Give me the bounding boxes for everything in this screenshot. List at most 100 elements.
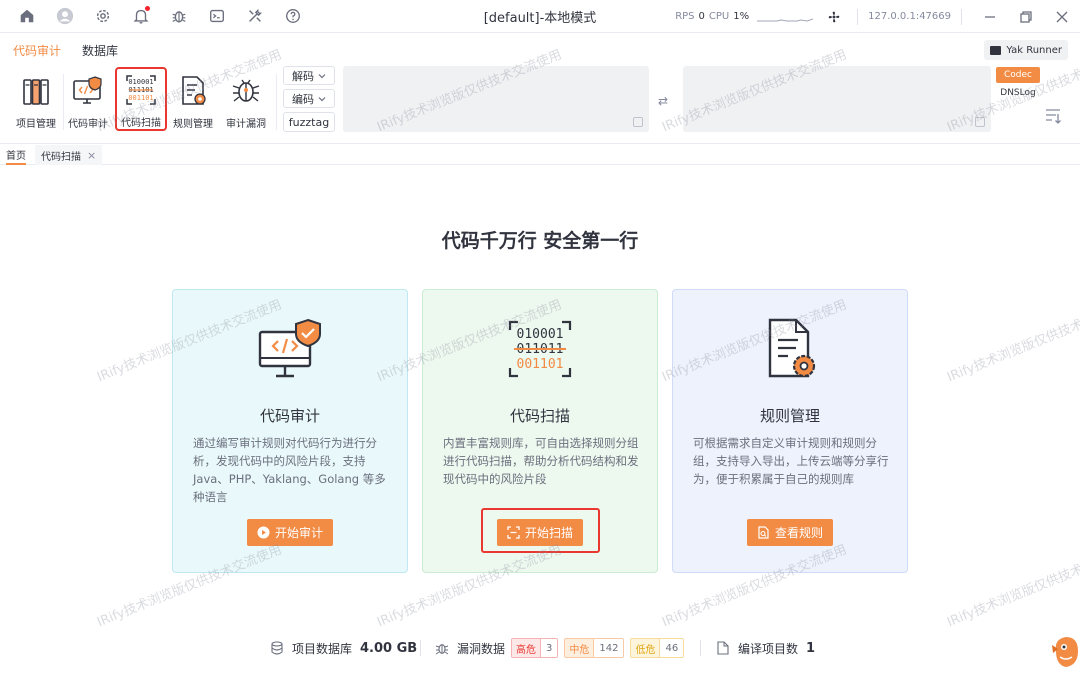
- tab-home-label: 首页: [6, 150, 26, 162]
- svg-text:010001: 010001: [517, 327, 564, 342]
- view-rules-button[interactable]: 查看规则: [746, 519, 834, 546]
- low-risk-count: 46: [659, 639, 684, 657]
- settings-gear-icon[interactable]: [84, 1, 122, 31]
- vuln-label: 漏洞数据: [457, 641, 506, 656]
- home-icon[interactable]: [8, 1, 46, 31]
- start-audit-label: 开始审计: [274, 526, 324, 540]
- db-value: 4.00 GB: [360, 640, 418, 656]
- card-title: 代码扫描: [509, 407, 570, 425]
- help-question-icon[interactable]: [274, 1, 312, 31]
- fan-icon[interactable]: [825, 11, 843, 23]
- chevron-down-icon: [318, 73, 326, 78]
- toolbar-label: 代码审计: [68, 119, 108, 130]
- menu-tab-code-audit[interactable]: 代码审计: [13, 42, 61, 59]
- watermark: IRify技术浏览版仅供技术交流使用: [945, 297, 1080, 386]
- card-rule-manage: 规则管理 可根据需求自定义审计规则和规则分组，支持导入导出，上传云端等分享行为，…: [672, 289, 908, 573]
- menu-tab-database[interactable]: 数据库: [82, 42, 118, 59]
- tab-code-scan-label: 代码扫描: [41, 151, 81, 163]
- stats-footer: 项目数据库 4.00 GB 漏洞数据 高危 3 中危 142 低危 46 编译项…: [0, 636, 1080, 660]
- highlight-box: [481, 508, 600, 553]
- tab-code-scan[interactable]: 代码扫描 ×: [35, 145, 103, 165]
- close-window-icon[interactable]: [1044, 0, 1080, 33]
- database-icon: [271, 641, 283, 655]
- toolbar-label: 规则管理: [173, 119, 213, 130]
- chevron-down-icon: [318, 96, 326, 101]
- minimize-icon[interactable]: [972, 0, 1008, 33]
- vuln-data-stat: 漏洞数据 高危 3 中危 142 低危 46: [435, 636, 685, 660]
- code-audit-icon: [73, 76, 102, 104]
- page-headline: 代码千万行 安全第一行: [441, 230, 639, 252]
- mascot-fish-icon: [1052, 637, 1078, 667]
- encode-dropdown[interactable]: 编码: [283, 89, 335, 108]
- project-db-stat: 项目数据库 4.00 GB: [270, 636, 417, 660]
- start-audit-button[interactable]: 开始审计: [246, 519, 334, 546]
- cpu-sparkline: [757, 18, 814, 22]
- play-circle-icon: [257, 526, 270, 539]
- close-tab-icon[interactable]: ×: [87, 149, 96, 162]
- codec-button[interactable]: Codec: [996, 67, 1040, 83]
- notification-bell-icon[interactable]: [122, 1, 160, 31]
- fuzztag-label: fuzztag: [288, 115, 330, 129]
- codec-input-box[interactable]: [343, 66, 649, 132]
- card-code-audit: 代码审计 通过编写审计规则对代码行为进行分析，发现代码中的风险片段，支持 Jav…: [172, 289, 408, 573]
- toolbar-label: 项目管理: [16, 119, 56, 130]
- code-scan-icon: 010001011011001101: [508, 320, 572, 378]
- toolbar: 项目管理 代码审计 010001 011101 001101 代码扫描 规则管理 审…: [0, 64, 1080, 144]
- compile-value: 1: [806, 640, 816, 656]
- rule-manage-icon: [768, 318, 816, 378]
- low-risk-label: 低危: [631, 639, 660, 657]
- document-icon: [717, 641, 729, 655]
- card-description: 内置丰富规则库，可自由选择规则分组进行代码扫描，帮助分析代码结构和发现代码中的风…: [443, 436, 639, 486]
- sort-icon[interactable]: [1044, 108, 1062, 124]
- page-tabs: 首页 代码扫描 ×: [0, 145, 1080, 165]
- high-risk-label: 高危: [512, 639, 541, 657]
- svg-text:001101: 001101: [517, 357, 564, 372]
- tab-home[interactable]: 首页: [6, 145, 26, 165]
- toolbar-code-audit[interactable]: 代码审计: [62, 70, 114, 132]
- encode-label: 编码: [292, 92, 314, 106]
- terminal-icon[interactable]: [198, 1, 236, 31]
- toolbar-code-scan[interactable]: 010001 011101 001101 代码扫描: [115, 67, 167, 131]
- toolbar-project-manage[interactable]: 项目管理: [10, 70, 62, 132]
- dnslog-button[interactable]: DNSLog: [996, 88, 1040, 98]
- compile-project-stat: 编译项目数 1: [716, 636, 815, 660]
- mid-risk-count: 142: [593, 639, 624, 657]
- rule-manage-icon: [182, 76, 206, 105]
- low-risk-badge[interactable]: 低危 46: [630, 638, 685, 658]
- decode-dropdown[interactable]: 解码: [283, 66, 335, 85]
- toolbar-label: 审计漏洞: [226, 119, 266, 130]
- audit-vuln-icon: [232, 79, 260, 102]
- svg-text:010001: 010001: [128, 78, 153, 86]
- top-menu: 代码审计 数据库 Yak Runner: [0, 34, 1080, 64]
- mid-risk-label: 中危: [565, 639, 594, 657]
- engine-address: 127.0.0.1:47669: [868, 11, 951, 22]
- fuzztag-button[interactable]: fuzztag: [283, 112, 335, 132]
- compile-label: 编译项目数: [738, 641, 799, 656]
- copy-icon[interactable]: [633, 117, 643, 127]
- card-description: 通过编写审计规则对代码行为进行分析，发现代码中的风险片段，支持 Java、PHP…: [193, 436, 386, 504]
- yak-runner-button[interactable]: Yak Runner: [984, 40, 1068, 60]
- codec-output-box[interactable]: [683, 66, 991, 132]
- restore-icon[interactable]: [1008, 0, 1044, 33]
- svg-text:001101: 001101: [128, 94, 153, 102]
- cpu-label: CPU: [708, 11, 730, 22]
- high-risk-badge[interactable]: 高危 3: [511, 638, 559, 658]
- decode-label: 解码: [292, 69, 314, 83]
- mid-risk-badge[interactable]: 中危 142: [564, 638, 625, 658]
- code-scan-icon: 010001011101001101: [126, 75, 156, 105]
- card-title: 规则管理: [759, 407, 820, 425]
- toolbar-audit-vuln[interactable]: 审计漏洞: [220, 70, 272, 132]
- terminal-mini-icon: [990, 45, 1002, 55]
- card-title: 代码审计: [259, 407, 320, 425]
- notification-dot: [145, 6, 150, 11]
- yak-runner-label: Yak Runner: [1006, 44, 1062, 56]
- view-rules-label: 查看规则: [774, 526, 824, 540]
- toolbar-rule-manage[interactable]: 规则管理: [167, 70, 219, 132]
- swap-icon[interactable]: ⇄: [658, 94, 668, 108]
- rps-label: RPS: [675, 11, 695, 22]
- bug-icon[interactable]: [160, 1, 198, 31]
- cpu-value: 1%: [733, 11, 750, 22]
- copy-icon[interactable]: [975, 117, 985, 127]
- tools-icon[interactable]: [236, 1, 274, 31]
- user-avatar-icon[interactable]: [46, 1, 84, 31]
